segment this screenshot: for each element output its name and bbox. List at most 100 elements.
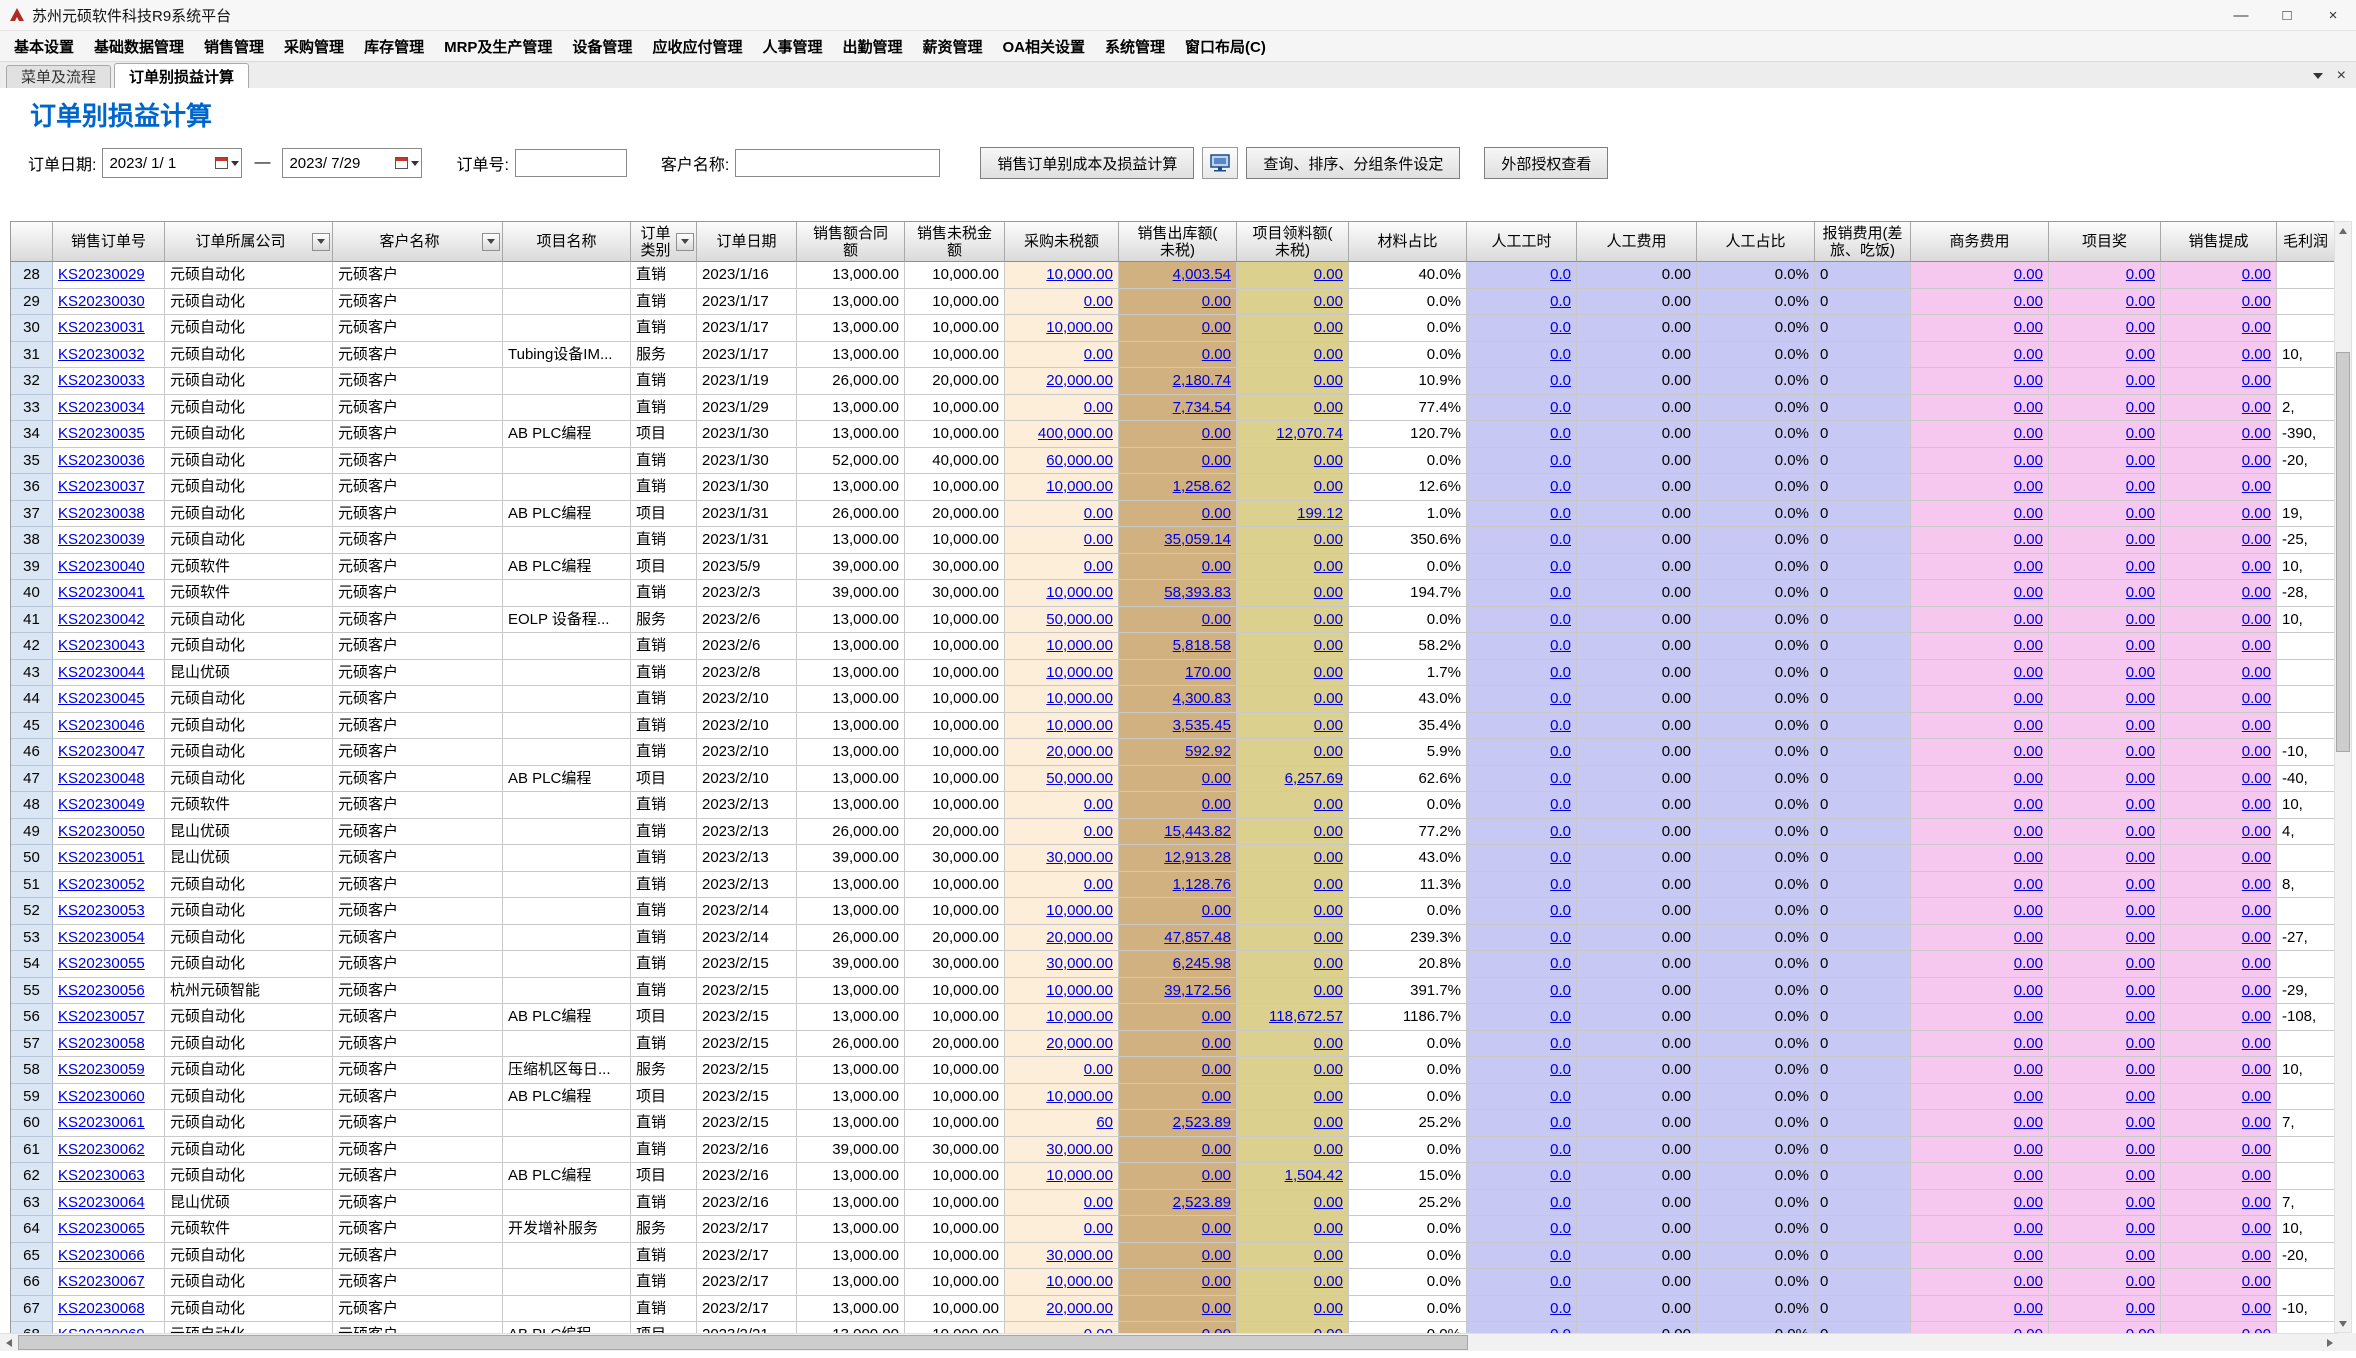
cell-value-link[interactable]: 0.00 — [2242, 690, 2271, 707]
cell-value-link[interactable]: 0.00 — [2242, 1141, 2271, 1158]
cell-value-link[interactable]: 10,000.00 — [1046, 982, 1113, 999]
cell-value-link[interactable]: 0.00 — [1202, 558, 1231, 575]
cell-value-link[interactable]: 0.00 — [2014, 425, 2043, 442]
cell-value-link[interactable]: 0.00 — [2014, 1220, 2043, 1237]
cell-value-link[interactable]: KS20230033 — [58, 372, 145, 389]
table-row[interactable]: 34KS20230035元硕自动化元硕客户AB PLC编程项目2023/1/30… — [11, 421, 2335, 448]
cell-value-link[interactable]: 0.0 — [1550, 876, 1571, 893]
table-row[interactable]: 28KS20230029元硕自动化元硕客户直销2023/1/1613,000.0… — [11, 262, 2335, 289]
cell-value-link[interactable]: KS20230051 — [58, 849, 145, 866]
cell-value-link[interactable]: 0.00 — [2126, 717, 2155, 734]
table-row[interactable]: 64KS20230065元硕软件元硕客户开发增补服务服务2023/2/1713,… — [11, 1216, 2335, 1243]
cell-value-link[interactable]: 0.00 — [2014, 1167, 2043, 1184]
cell-value-link[interactable]: KS20230034 — [58, 399, 145, 416]
cell-value-link[interactable]: 0.00 — [2126, 611, 2155, 628]
cell-num[interactable]: 43 — [11, 660, 53, 687]
cell-value-link[interactable]: KS20230063 — [58, 1167, 145, 1184]
cell-value-link[interactable]: 0.00 — [2126, 743, 2155, 760]
cell-value-link[interactable]: 0.0 — [1550, 1008, 1571, 1025]
cell-value-link[interactable]: 0.00 — [1084, 399, 1113, 416]
cell-value-link[interactable]: 0.00 — [1314, 293, 1343, 310]
cell-value-link[interactable]: 0.00 — [2126, 319, 2155, 336]
column-header-untaxed_amt[interactable]: 销售未税金 额 — [905, 222, 1005, 262]
cell-value-link[interactable]: KS20230039 — [58, 531, 145, 548]
cell-value-link[interactable]: KS20230047 — [58, 743, 145, 760]
cell-value-link[interactable]: 0.0 — [1550, 1220, 1571, 1237]
cell-value-link[interactable]: 0.00 — [2014, 1300, 2043, 1317]
cell-value-link[interactable]: 0.00 — [1202, 452, 1231, 469]
cell-value-link[interactable]: 0.0 — [1550, 955, 1571, 972]
cell-value-link[interactable]: 10,000.00 — [1046, 664, 1113, 681]
cell-value-link[interactable]: 4,003.54 — [1173, 266, 1231, 283]
cell-value-link[interactable]: KS20230036 — [58, 452, 145, 469]
cell-value-link[interactable]: 2,180.74 — [1173, 372, 1231, 389]
cell-value-link[interactable]: 0.00 — [2014, 478, 2043, 495]
cell-value-link[interactable]: 0.00 — [2126, 1141, 2155, 1158]
table-row[interactable]: 30KS20230031元硕自动化元硕客户直销2023/1/1713,000.0… — [11, 315, 2335, 342]
cell-value-link[interactable]: 0.00 — [2014, 1008, 2043, 1025]
cell-value-link[interactable]: 0.00 — [2126, 770, 2155, 787]
cell-value-link[interactable]: 30,000.00 — [1046, 1141, 1113, 1158]
cell-value-link[interactable]: KS20230042 — [58, 611, 145, 628]
cell-value-link[interactable]: KS20230066 — [58, 1247, 145, 1264]
cell-num[interactable]: 34 — [11, 421, 53, 448]
cell-value-link[interactable]: KS20230068 — [58, 1300, 145, 1317]
cell-value-link[interactable]: 0.00 — [1314, 823, 1343, 840]
cell-value-link[interactable]: 0.00 — [1314, 1247, 1343, 1264]
cell-num[interactable]: 49 — [11, 819, 53, 846]
menu-item-6[interactable]: MRP及生产管理 — [434, 36, 562, 57]
scroll-left-button[interactable] — [0, 1334, 17, 1351]
table-row[interactable]: 56KS20230057元硕自动化元硕客户AB PLC编程项目2023/2/15… — [11, 1004, 2335, 1031]
cell-value-link[interactable]: 0.00 — [2242, 796, 2271, 813]
cell-value-link[interactable]: 0.00 — [2014, 1247, 2043, 1264]
cell-value-link[interactable]: 0.00 — [1314, 1061, 1343, 1078]
cell-value-link[interactable]: 0.00 — [2126, 1273, 2155, 1290]
table-row[interactable]: 52KS20230053元硕自动化元硕客户直销2023/2/1413,000.0… — [11, 898, 2335, 925]
cell-value-link[interactable]: 30,000.00 — [1046, 955, 1113, 972]
table-row[interactable]: 35KS20230036元硕自动化元硕客户直销2023/1/3052,000.0… — [11, 448, 2335, 475]
cell-value-link[interactable]: 0.00 — [1314, 1194, 1343, 1211]
calc-cost-profit-button[interactable]: 销售订单别成本及损益计算 — [980, 147, 1194, 179]
cell-value-link[interactable]: KS20230043 — [58, 637, 145, 654]
cell-value-link[interactable]: 0.00 — [2014, 558, 2043, 575]
cell-value-link[interactable]: 12,913.28 — [1164, 849, 1231, 866]
cell-value-link[interactable]: 10,000.00 — [1046, 1167, 1113, 1184]
column-header-business_fee[interactable]: 商务费用 — [1911, 222, 2049, 262]
cell-value-link[interactable]: 0.0 — [1550, 1035, 1571, 1052]
cell-value-link[interactable]: 0.00 — [2014, 690, 2043, 707]
cell-num[interactable]: 37 — [11, 501, 53, 528]
cell-value-link[interactable]: 0.0 — [1550, 531, 1571, 548]
column-header-outbound_amt[interactable]: 销售出库额( 未税) — [1119, 222, 1237, 262]
column-filter-dropdown-icon[interactable] — [482, 233, 500, 251]
cell-num[interactable]: 61 — [11, 1137, 53, 1164]
cell-value-link[interactable]: 0.00 — [2126, 584, 2155, 601]
cell-value-link[interactable]: 0.00 — [2126, 1247, 2155, 1264]
minimize-button[interactable]: — — [2218, 0, 2264, 30]
cell-value-link[interactable]: 0.00 — [1084, 1061, 1113, 1078]
cell-num[interactable]: 56 — [11, 1004, 53, 1031]
cell-value-link[interactable]: 0.00 — [1314, 611, 1343, 628]
cell-value-link[interactable]: 0.00 — [2126, 531, 2155, 548]
cell-value-link[interactable]: 0.00 — [2242, 1035, 2271, 1052]
cell-value-link[interactable]: 0.00 — [2242, 266, 2271, 283]
cell-value-link[interactable]: 0.00 — [1202, 1061, 1231, 1078]
cell-value-link[interactable]: 0.0 — [1550, 478, 1571, 495]
cell-value-link[interactable]: 0.00 — [1314, 955, 1343, 972]
cell-value-link[interactable]: 0.00 — [2014, 902, 2043, 919]
cell-value-link[interactable]: KS20230056 — [58, 982, 145, 999]
table-row[interactable]: 65KS20230066元硕自动化元硕客户直销2023/2/1713,000.0… — [11, 1243, 2335, 1270]
menu-item-7[interactable]: 设备管理 — [562, 36, 642, 57]
cell-value-link[interactable]: KS20230046 — [58, 717, 145, 734]
cell-value-link[interactable]: 0.00 — [2242, 452, 2271, 469]
cell-value-link[interactable]: KS20230064 — [58, 1194, 145, 1211]
cell-value-link[interactable]: 0.00 — [2126, 1088, 2155, 1105]
table-row[interactable]: 51KS20230052元硕自动化元硕客户直销2023/2/1313,000.0… — [11, 872, 2335, 899]
cell-value-link[interactable]: 0.00 — [1202, 1247, 1231, 1264]
cell-value-link[interactable]: 0.00 — [2126, 902, 2155, 919]
cell-value-link[interactable]: 0.00 — [1202, 293, 1231, 310]
cell-num[interactable]: 38 — [11, 527, 53, 554]
cell-value-link[interactable]: KS20230038 — [58, 505, 145, 522]
cell-value-link[interactable]: 0.00 — [2126, 293, 2155, 310]
cell-value-link[interactable]: 0.00 — [1314, 796, 1343, 813]
cell-value-link[interactable]: 0.00 — [2126, 1167, 2155, 1184]
